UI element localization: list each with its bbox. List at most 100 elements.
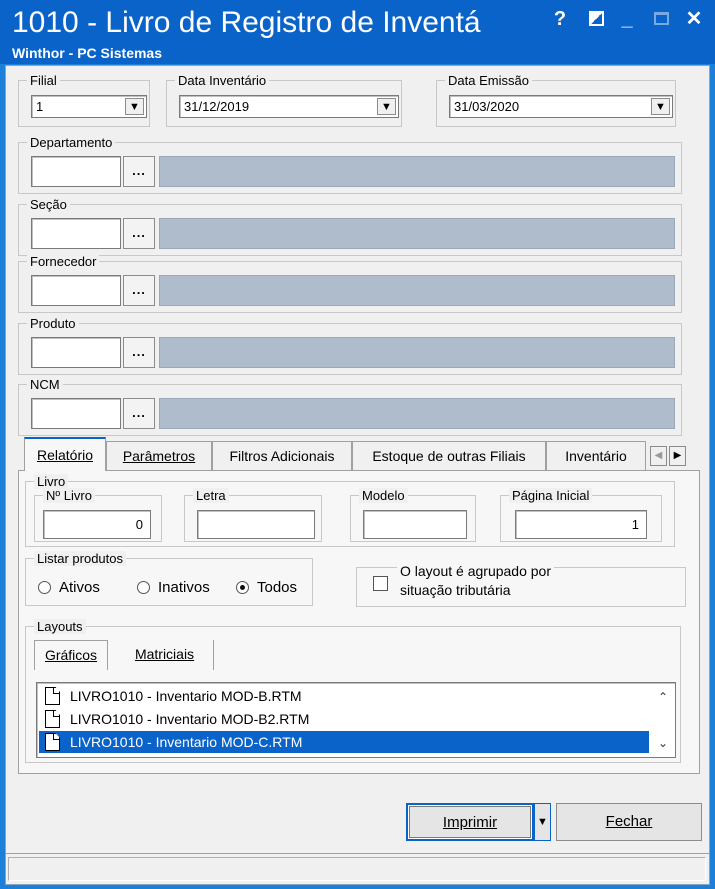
modelo-input[interactable]	[363, 510, 467, 539]
data-emissao-label: Data Emissão	[445, 73, 532, 88]
departamento-description	[159, 156, 675, 187]
maximize-icon	[653, 12, 669, 25]
list-item-selected[interactable]: LIVRO1010 - Inventario MOD-C.RTM	[39, 731, 649, 753]
modelo-label: Modelo	[359, 488, 408, 503]
departamento-label: Departamento	[27, 135, 116, 150]
produto-description	[159, 337, 675, 368]
agrupado-group: O layout é agrupado por situação tributá…	[356, 563, 686, 607]
fornecedor-label: Fornecedor	[27, 254, 100, 269]
document-icon	[45, 733, 60, 751]
status-pane	[8, 857, 706, 881]
title-bar[interactable]: 1010 - Livro de Registro de Inventá Wint…	[0, 0, 715, 64]
tab-relatorio[interactable]: Relatório	[24, 437, 106, 471]
help-button[interactable]: ?	[547, 6, 573, 32]
tab-scroll-left-icon[interactable]: ◀	[650, 446, 667, 466]
tab-estoque-outras-filiais[interactable]: Estoque de outras Filiais	[352, 441, 546, 470]
filial-group: Filial 1 ▼	[18, 73, 150, 127]
relatorio-tab-panel: Livro Nº Livro 0 Letra Modelo Página Ini…	[18, 470, 700, 774]
departamento-code-input[interactable]	[31, 156, 121, 187]
produto-label: Produto	[27, 316, 79, 331]
ncm-group: NCM ...	[18, 377, 682, 436]
radio-todos[interactable]: Todos	[236, 579, 297, 596]
departamento-group: Departamento ...	[18, 135, 682, 194]
data-emissao-value: 31/03/2020	[454, 99, 520, 114]
data-inventario-combo[interactable]: 31/12/2019 ▼	[179, 95, 399, 118]
ncm-description	[159, 398, 675, 429]
letra-label: Letra	[193, 488, 229, 503]
maximize-button[interactable]	[648, 6, 674, 32]
agrupado-label-line2: situação tributária	[400, 582, 511, 598]
data-inventario-label: Data Inventário	[175, 73, 270, 88]
application-window: 1010 - Livro de Registro de Inventá Wint…	[0, 0, 715, 889]
fornecedor-search-button[interactable]: ...	[123, 275, 155, 306]
tab-parametros[interactable]: Parâmetros	[106, 441, 212, 470]
letra-group: Letra	[184, 488, 322, 542]
secao-label: Seção	[27, 197, 70, 212]
modelo-group: Modelo	[350, 488, 476, 542]
scroll-up-icon[interactable]: ⌃	[655, 689, 671, 705]
ncm-code-input[interactable]	[31, 398, 121, 429]
pagina-inicial-input[interactable]: 1	[515, 510, 647, 539]
data-inventario-group: Data Inventário 31/12/2019 ▼	[166, 73, 402, 127]
context-help-icon	[588, 11, 604, 26]
layouts-group: Layouts Gráficos Matriciais LIVRO1010 - …	[25, 619, 681, 763]
pagina-inicial-group: Página Inicial 1	[500, 488, 662, 542]
numero-livro-group: Nº Livro 0	[34, 488, 162, 542]
chevron-down-icon[interactable]: ▼	[125, 98, 144, 115]
fornecedor-description	[159, 275, 675, 306]
context-help-button[interactable]	[583, 6, 609, 32]
filial-label: Filial	[27, 73, 60, 88]
tab-inventario[interactable]: Inventário	[546, 441, 646, 470]
layouts-file-list[interactable]: LIVRO1010 - Inventario MOD-B.RTM LIVRO10…	[36, 682, 676, 758]
departamento-search-button[interactable]: ...	[123, 156, 155, 187]
letra-input[interactable]	[197, 510, 315, 539]
list-item[interactable]: LIVRO1010 - Inventario MOD-B2.RTM	[39, 708, 649, 730]
agrupado-label-line1: O layout é agrupado por	[397, 563, 554, 579]
tab-filtros-adicionais[interactable]: Filtros Adicionais	[212, 441, 352, 470]
radio-ativos[interactable]: Ativos	[38, 579, 100, 596]
imprimir-button[interactable]: Imprimir	[406, 803, 534, 841]
livro-label: Livro	[34, 474, 69, 489]
window-subtitle: Winthor - PC Sistemas	[12, 45, 163, 61]
numero-livro-input[interactable]: 0	[43, 510, 151, 539]
document-icon	[45, 710, 60, 728]
data-emissao-combo[interactable]: 31/03/2020 ▼	[449, 95, 673, 118]
subtab-graficos[interactable]: Gráficos	[34, 640, 108, 670]
close-button[interactable]: ✕	[681, 6, 707, 32]
list-item[interactable]: LIVRO1010 - Inventario MOD-B.RTM	[39, 685, 649, 707]
window-title: 1010 - Livro de Registro de Inventá	[12, 6, 481, 39]
fornecedor-code-input[interactable]	[31, 275, 121, 306]
radio-ativos-indicator	[38, 581, 51, 594]
scroll-down-icon[interactable]: ⌄	[655, 735, 671, 751]
listar-produtos-label: Listar produtos	[34, 551, 126, 566]
fechar-button[interactable]: Fechar	[556, 803, 702, 841]
produto-search-button[interactable]: ...	[123, 337, 155, 368]
chevron-down-icon[interactable]: ▼	[377, 98, 396, 115]
secao-group: Seção ...	[18, 197, 682, 256]
numero-livro-label: Nº Livro	[43, 488, 95, 503]
data-emissao-group: Data Emissão 31/03/2020 ▼	[436, 73, 676, 127]
filial-combo[interactable]: 1 ▼	[31, 95, 147, 118]
fornecedor-group: Fornecedor ...	[18, 254, 682, 313]
data-inventario-value: 31/12/2019	[184, 99, 250, 114]
secao-description	[159, 218, 675, 249]
radio-todos-indicator	[236, 581, 249, 594]
agrupado-checkbox[interactable]	[373, 576, 388, 591]
radio-inativos-indicator	[137, 581, 150, 594]
ncm-search-button[interactable]: ...	[123, 398, 155, 429]
minimize-button[interactable]: _	[614, 6, 640, 32]
chevron-down-icon[interactable]: ▼	[651, 98, 670, 115]
listar-produtos-group: Listar produtos Ativos Inativos Todos	[25, 551, 313, 606]
radio-inativos[interactable]: Inativos	[137, 579, 210, 596]
produto-code-input[interactable]	[31, 337, 121, 368]
tab-scroll-right-icon[interactable]: ▶	[669, 446, 686, 466]
imprimir-options-dropdown[interactable]: ▼	[534, 803, 551, 841]
pagina-inicial-label: Página Inicial	[509, 488, 593, 503]
secao-code-input[interactable]	[31, 218, 121, 249]
form-client-area: Filial 1 ▼ Data Inventário 31/12/2019 ▼ …	[5, 65, 710, 885]
secao-search-button[interactable]: ...	[123, 218, 155, 249]
status-bar	[6, 853, 709, 884]
filial-value: 1	[36, 99, 44, 114]
subtab-matriciais[interactable]: Matriciais	[116, 640, 214, 670]
produto-group: Produto ...	[18, 316, 682, 375]
